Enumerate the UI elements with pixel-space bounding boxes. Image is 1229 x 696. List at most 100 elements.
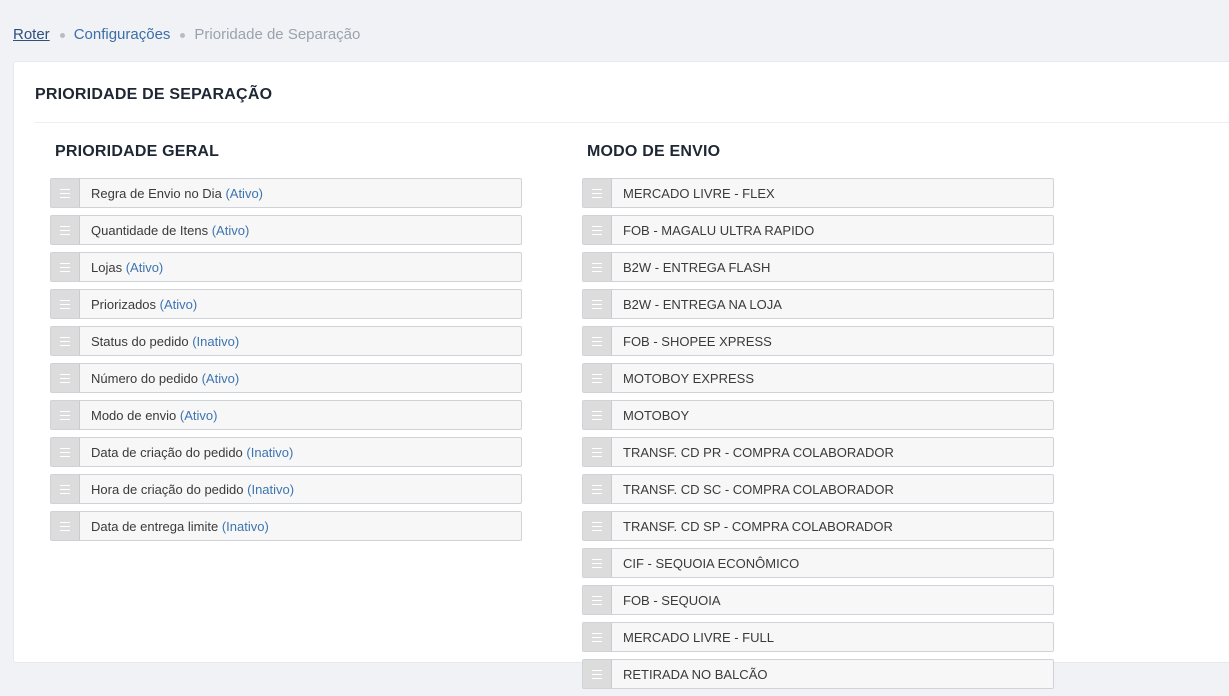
hamburger-lines-icon: [60, 410, 70, 420]
shipping-mode-item-label: CIF - SEQUOIA ECONÔMICO: [623, 555, 800, 571]
hamburger-lines-icon: [592, 632, 602, 642]
general-priority-item[interactable]: Lojas (Ativo): [50, 252, 522, 282]
general-priority-list: Regra de Envio no Dia (Ativo) Quantidade …: [50, 178, 522, 548]
general-priority-item[interactable]: Modo de envio (Ativo): [50, 400, 522, 430]
general-priority-item-label: Data de criação do pedido: [91, 444, 243, 460]
drag-handle-icon[interactable]: [583, 586, 612, 614]
drag-handle-icon[interactable]: [583, 475, 612, 503]
general-priority-item-text: Regra de Envio no Dia (Ativo): [80, 186, 263, 201]
drag-handle-icon[interactable]: [583, 327, 612, 355]
shipping-mode-item[interactable]: B2W - ENTREGA FLASH: [582, 252, 1054, 282]
general-priority-item[interactable]: Data de entrega limite (Inativo): [50, 511, 522, 541]
shipping-mode-item-text: FOB - MAGALU ULTRA RAPIDO: [612, 223, 814, 238]
general-priority-item-text: Lojas (Ativo): [80, 260, 163, 275]
drag-handle-icon[interactable]: [51, 364, 80, 392]
status-label: (Ativo): [179, 407, 218, 423]
status-label: (Inativo): [221, 518, 269, 534]
general-priority-item[interactable]: Data de criação do pedido (Inativo): [50, 437, 522, 467]
shipping-mode-item[interactable]: RETIRADA NO BALCÃO: [582, 659, 1054, 689]
drag-handle-icon[interactable]: [51, 327, 80, 355]
drag-handle-icon[interactable]: [51, 216, 80, 244]
general-priority-item-label: Regra de Envio no Dia: [91, 185, 222, 201]
drag-handle-icon[interactable]: [51, 179, 80, 207]
shipping-mode-item-text: FOB - SHOPEE XPRESS: [612, 334, 772, 349]
shipping-mode-item-label: TRANSF. CD PR - COMPRA COLABORADOR: [623, 444, 894, 460]
general-priority-item-text: Data de criação do pedido (Inativo): [80, 445, 293, 460]
shipping-mode-item[interactable]: FOB - SEQUOIA: [582, 585, 1054, 615]
breadcrumb-current: Prioridade de Separação: [194, 26, 361, 43]
drag-handle-icon[interactable]: [51, 290, 80, 318]
general-priority-item[interactable]: Regra de Envio no Dia (Ativo): [50, 178, 522, 208]
general-priority-item-text: Status do pedido (Inativo): [80, 334, 239, 349]
shipping-mode-item[interactable]: FOB - MAGALU ULTRA RAPIDO: [582, 215, 1054, 245]
general-priority-item-label: Hora de criação do pedido: [91, 481, 244, 497]
drag-handle-icon[interactable]: [51, 475, 80, 503]
shipping-mode-item[interactable]: TRANSF. CD SP - COMPRA COLABORADOR: [582, 511, 1054, 541]
shipping-mode-item-text: RETIRADA NO BALCÃO: [612, 667, 767, 682]
breadcrumb-separator-icon: [59, 33, 65, 38]
general-priority-item[interactable]: Quantidade de Itens (Ativo): [50, 215, 522, 245]
hamburger-lines-icon: [592, 484, 602, 494]
drag-handle-icon[interactable]: [583, 623, 612, 651]
drag-handle-icon[interactable]: [51, 512, 80, 540]
drag-handle-icon[interactable]: [583, 660, 612, 688]
hamburger-lines-icon: [592, 373, 602, 383]
drag-handle-icon[interactable]: [583, 216, 612, 244]
general-priority-item[interactable]: Status do pedido (Inativo): [50, 326, 522, 356]
drag-handle-icon[interactable]: [583, 401, 612, 429]
shipping-mode-item[interactable]: MERCADO LIVRE - FLEX: [582, 178, 1054, 208]
status-label: (Inativo): [192, 333, 240, 349]
general-priority-item-text: Data de entrega limite (Inativo): [80, 519, 269, 534]
shipping-mode-item-text: TRANSF. CD SP - COMPRA COLABORADOR: [612, 519, 893, 534]
shipping-mode-item-text: TRANSF. CD SC - COMPRA COLABORADOR: [612, 482, 894, 497]
shipping-mode-item-label: MOTOBOY EXPRESS: [623, 370, 755, 386]
hamburger-lines-icon: [592, 595, 602, 605]
general-priority-item[interactable]: Priorizados (Ativo): [50, 289, 522, 319]
general-priority-item[interactable]: Hora de criação do pedido (Inativo): [50, 474, 522, 504]
drag-handle-icon[interactable]: [583, 290, 612, 318]
drag-handle-icon[interactable]: [583, 253, 612, 281]
shipping-mode-item[interactable]: B2W - ENTREGA NA LOJA: [582, 289, 1054, 319]
general-priority-item-label: Data de entrega limite: [91, 518, 219, 534]
hamburger-lines-icon: [592, 262, 602, 272]
hamburger-lines-icon: [60, 225, 70, 235]
shipping-mode-item[interactable]: MOTOBOY: [582, 400, 1054, 430]
shipping-mode-item-label: FOB - SHOPEE XPRESS: [623, 333, 772, 349]
general-priority-item-text: Hora de criação do pedido (Inativo): [80, 482, 294, 497]
drag-handle-icon[interactable]: [51, 253, 80, 281]
hamburger-lines-icon: [592, 299, 602, 309]
general-priority-item[interactable]: Número do pedido (Ativo): [50, 363, 522, 393]
shipping-mode-item-text: B2W - ENTREGA FLASH: [612, 260, 770, 275]
drag-handle-icon[interactable]: [583, 364, 612, 392]
shipping-mode-item-text: MERCADO LIVRE - FULL: [612, 630, 774, 645]
shipping-mode-item[interactable]: MOTOBOY EXPRESS: [582, 363, 1054, 393]
title-divider: [35, 122, 1229, 123]
status-label: (Ativo): [125, 259, 164, 275]
hamburger-lines-icon: [592, 669, 602, 679]
shipping-mode-item[interactable]: TRANSF. CD PR - COMPRA COLABORADOR: [582, 437, 1054, 467]
breadcrumb-root-link[interactable]: Roter: [13, 26, 50, 43]
drag-handle-icon[interactable]: [51, 401, 80, 429]
page-title: PRIORIDADE DE SEPARAÇÃO: [35, 86, 273, 103]
drag-handle-icon[interactable]: [583, 438, 612, 466]
breadcrumb-configuracoes-link[interactable]: Configurações: [74, 26, 171, 43]
shipping-mode-item[interactable]: FOB - SHOPEE XPRESS: [582, 326, 1054, 356]
shipping-mode-item-label: FOB - SEQUOIA: [623, 592, 721, 608]
shipping-mode-item-label: MOTOBOY: [623, 407, 690, 423]
shipping-mode-item-label: MERCADO LIVRE - FULL: [623, 629, 774, 645]
general-priority-item-text: Número do pedido (Ativo): [80, 371, 239, 386]
breadcrumb-separator-icon: [180, 33, 186, 38]
status-label: (Ativo): [225, 185, 263, 201]
shipping-mode-item-text: CIF - SEQUOIA ECONÔMICO: [612, 556, 799, 571]
drag-handle-icon[interactable]: [583, 512, 612, 540]
drag-handle-icon[interactable]: [583, 179, 612, 207]
shipping-mode-item-text: MERCADO LIVRE - FLEX: [612, 186, 775, 201]
drag-handle-icon[interactable]: [51, 438, 80, 466]
shipping-mode-item[interactable]: TRANSF. CD SC - COMPRA COLABORADOR: [582, 474, 1054, 504]
shipping-mode-list: MERCADO LIVRE - FLEX FOB - MAGALU ULTRA R…: [582, 178, 1054, 696]
drag-handle-icon[interactable]: [583, 549, 612, 577]
hamburger-lines-icon: [592, 410, 602, 420]
hamburger-lines-icon: [592, 447, 602, 457]
shipping-mode-item-text: B2W - ENTREGA NA LOJA: [612, 297, 782, 312]
shipping-mode-item[interactable]: CIF - SEQUOIA ECONÔMICO: [582, 548, 1054, 578]
